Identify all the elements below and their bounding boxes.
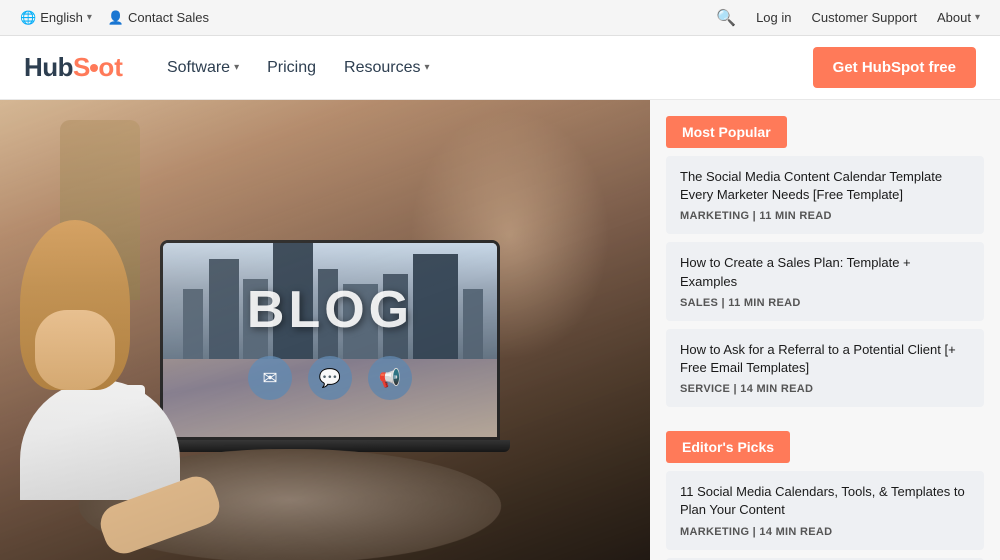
most-popular-label: Most Popular	[666, 116, 787, 148]
most-popular-section: Most Popular The Social Media Content Ca…	[650, 100, 1000, 407]
right-sidebar: Most Popular The Social Media Content Ca…	[650, 100, 1000, 560]
login-link[interactable]: Log in	[756, 10, 791, 25]
person-face	[35, 310, 115, 390]
nav-resources[interactable]: Resources ▾	[332, 51, 442, 85]
get-hubspot-free-button[interactable]: Get HubSpot free	[813, 47, 976, 88]
globe-icon: 🌐	[20, 10, 36, 26]
language-label: English	[40, 10, 83, 25]
blog-icons-row: ✉ 💬 📢	[248, 356, 412, 400]
editors-picks-label: Editor's Picks	[666, 431, 790, 463]
logo-spot-text: Sot	[73, 52, 123, 83]
nav-right: Get HubSpot free	[813, 47, 976, 88]
content-area: BLOG ✉ 💬 📢	[0, 100, 1000, 560]
software-label: Software	[167, 59, 230, 77]
logo[interactable]: HubSot	[24, 52, 123, 83]
logo-dot	[90, 64, 98, 72]
blog-text: BLOG	[247, 280, 413, 340]
article-meta-1: MARKETING | 11 MIN READ	[680, 210, 970, 222]
contact-sales-label: Contact Sales	[128, 10, 209, 25]
resources-chevron-icon: ▾	[425, 62, 430, 73]
megaphone-icon-circle: 📢	[368, 356, 412, 400]
chat-icon: 💬	[319, 368, 341, 389]
top-bar-right: 🔍 Log in Customer Support About ▾	[716, 8, 980, 28]
logo-hub-text: Hub	[24, 52, 73, 83]
about-chevron-icon: ▾	[975, 12, 980, 23]
nav-items: Software ▾ Pricing Resources ▾	[155, 51, 442, 85]
blog-canvas: BLOG ✉ 💬 📢	[0, 100, 650, 560]
envelope-icon: ✉	[262, 368, 277, 389]
chevron-down-icon: ▾	[87, 12, 92, 23]
blog-hero-image: BLOG ✉ 💬 📢	[0, 100, 650, 560]
about-label: About	[937, 10, 971, 25]
article-meta-3: SERVICE | 14 MIN READ	[680, 383, 970, 395]
main-nav: HubSot Software ▾ Pricing Resources ▾ Ge…	[0, 36, 1000, 100]
customer-support-link[interactable]: Customer Support	[811, 10, 917, 25]
article-card-3[interactable]: How to Ask for a Referral to a Potential…	[666, 329, 984, 407]
contact-sales-link[interactable]: 👤 Contact Sales	[108, 10, 209, 26]
laptop: BLOG ✉ 💬 📢	[160, 240, 500, 460]
person-icon: 👤	[108, 10, 124, 26]
article-title-1: The Social Media Content Calendar Templa…	[680, 168, 970, 204]
nav-left: HubSot Software ▾ Pricing Resources ▾	[24, 51, 442, 85]
language-selector[interactable]: 🌐 English ▾	[20, 10, 92, 26]
article-card-1[interactable]: The Social Media Content Calendar Templa…	[666, 156, 984, 234]
resources-label: Resources	[344, 59, 420, 77]
article-title-3: How to Ask for a Referral to a Potential…	[680, 341, 970, 377]
software-chevron-icon: ▾	[234, 62, 239, 73]
person-body	[20, 380, 180, 500]
editors-picks-section: Editor's Picks 11 Social Media Calendars…	[650, 415, 1000, 560]
top-bar-left: 🌐 English ▾ 👤 Contact Sales	[20, 10, 209, 26]
article-title-2: How to Create a Sales Plan: Template + E…	[680, 254, 970, 290]
laptop-screen-inner: BLOG ✉ 💬 📢	[163, 243, 497, 437]
article-title-4: 11 Social Media Calendars, Tools, & Temp…	[680, 483, 970, 519]
article-meta-2: SALES | 11 MIN READ	[680, 297, 970, 309]
top-bar: 🌐 English ▾ 👤 Contact Sales 🔍 Log in Cus…	[0, 0, 1000, 36]
about-menu[interactable]: About ▾	[937, 10, 980, 25]
article-card-4[interactable]: 11 Social Media Calendars, Tools, & Temp…	[666, 471, 984, 549]
chat-icon-circle: 💬	[308, 356, 352, 400]
article-meta-4: MARKETING | 14 MIN READ	[680, 526, 970, 538]
megaphone-icon: 📢	[379, 368, 401, 389]
person-figure	[20, 220, 180, 500]
envelope-icon-circle: ✉	[248, 356, 292, 400]
article-card-2[interactable]: How to Create a Sales Plan: Template + E…	[666, 242, 984, 320]
nav-software[interactable]: Software ▾	[155, 51, 251, 85]
pricing-label: Pricing	[267, 59, 316, 77]
laptop-screen: BLOG ✉ 💬 📢	[160, 240, 500, 440]
nav-pricing[interactable]: Pricing	[255, 51, 328, 85]
person-hair	[20, 220, 130, 390]
search-icon[interactable]: 🔍	[716, 8, 736, 28]
